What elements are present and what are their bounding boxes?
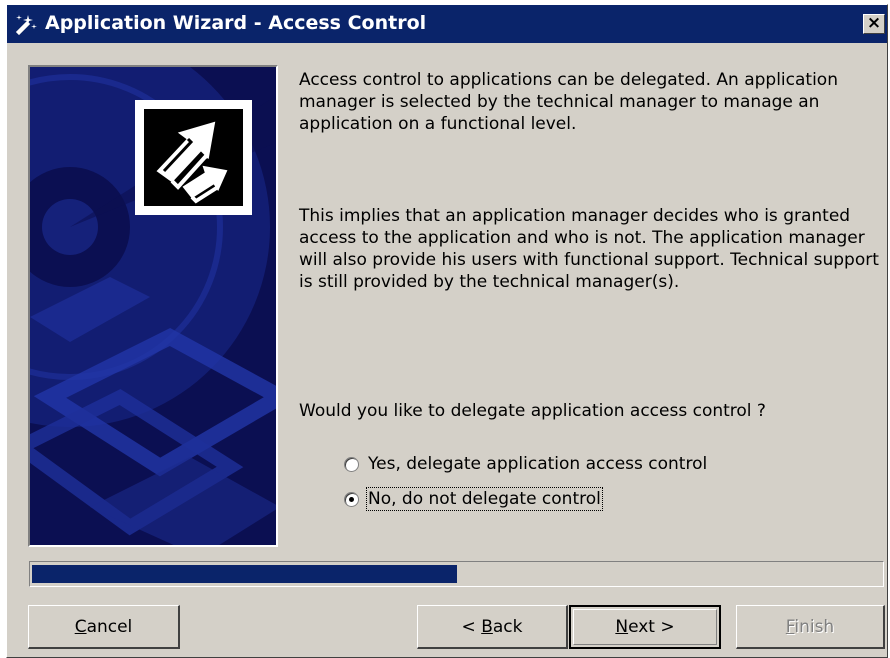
cancel-button[interactable]: Cancel: [28, 605, 180, 649]
radio-button-no[interactable]: [344, 491, 359, 507]
shortcut-arrow-icon: [156, 121, 228, 204]
next-accel: N: [615, 617, 629, 637]
radio-label-yes[interactable]: Yes, delegate application access control: [367, 453, 708, 475]
wizard-window: Application Wizard - Access Control × Ac…: [6, 4, 888, 658]
close-button[interactable]: ×: [863, 14, 885, 34]
wizard-wand-icon: [14, 14, 38, 36]
wizard-progress-bar: [29, 561, 884, 587]
radio-option-no[interactable]: No, do not delegate control: [344, 486, 603, 512]
wizard-banner: [28, 65, 278, 547]
delegate-question: Would you like to delegate application a…: [299, 401, 766, 421]
radio-label-no[interactable]: No, do not delegate control: [366, 487, 603, 511]
radio-selected-dot: [349, 496, 354, 502]
cancel-label-rest: ancel: [86, 616, 133, 637]
details-paragraph: This implies that an application manager…: [299, 206, 879, 292]
shortcut-logo: [135, 100, 252, 215]
radio-button-yes[interactable]: [344, 456, 359, 472]
back-button[interactable]: < Back: [417, 605, 568, 649]
back-accel: B: [481, 616, 493, 637]
cancel-accel: C: [74, 616, 87, 637]
progress-fill: [32, 565, 457, 583]
title-bar[interactable]: Application Wizard - Access Control ×: [7, 5, 887, 43]
finish-button[interactable]: Finish: [736, 605, 885, 649]
intro-paragraph: Access control to applications can be de…: [299, 70, 838, 134]
back-label-rest: ack: [492, 616, 523, 637]
next-button[interactable]: Next >: [569, 605, 721, 649]
window-title: Application Wizard - Access Control: [45, 12, 427, 34]
next-label-rest: ext >: [628, 617, 675, 637]
finish-label-rest: inish: [794, 616, 835, 637]
radio-option-yes[interactable]: Yes, delegate application access control: [344, 451, 708, 477]
back-label-pre: <: [461, 616, 482, 637]
